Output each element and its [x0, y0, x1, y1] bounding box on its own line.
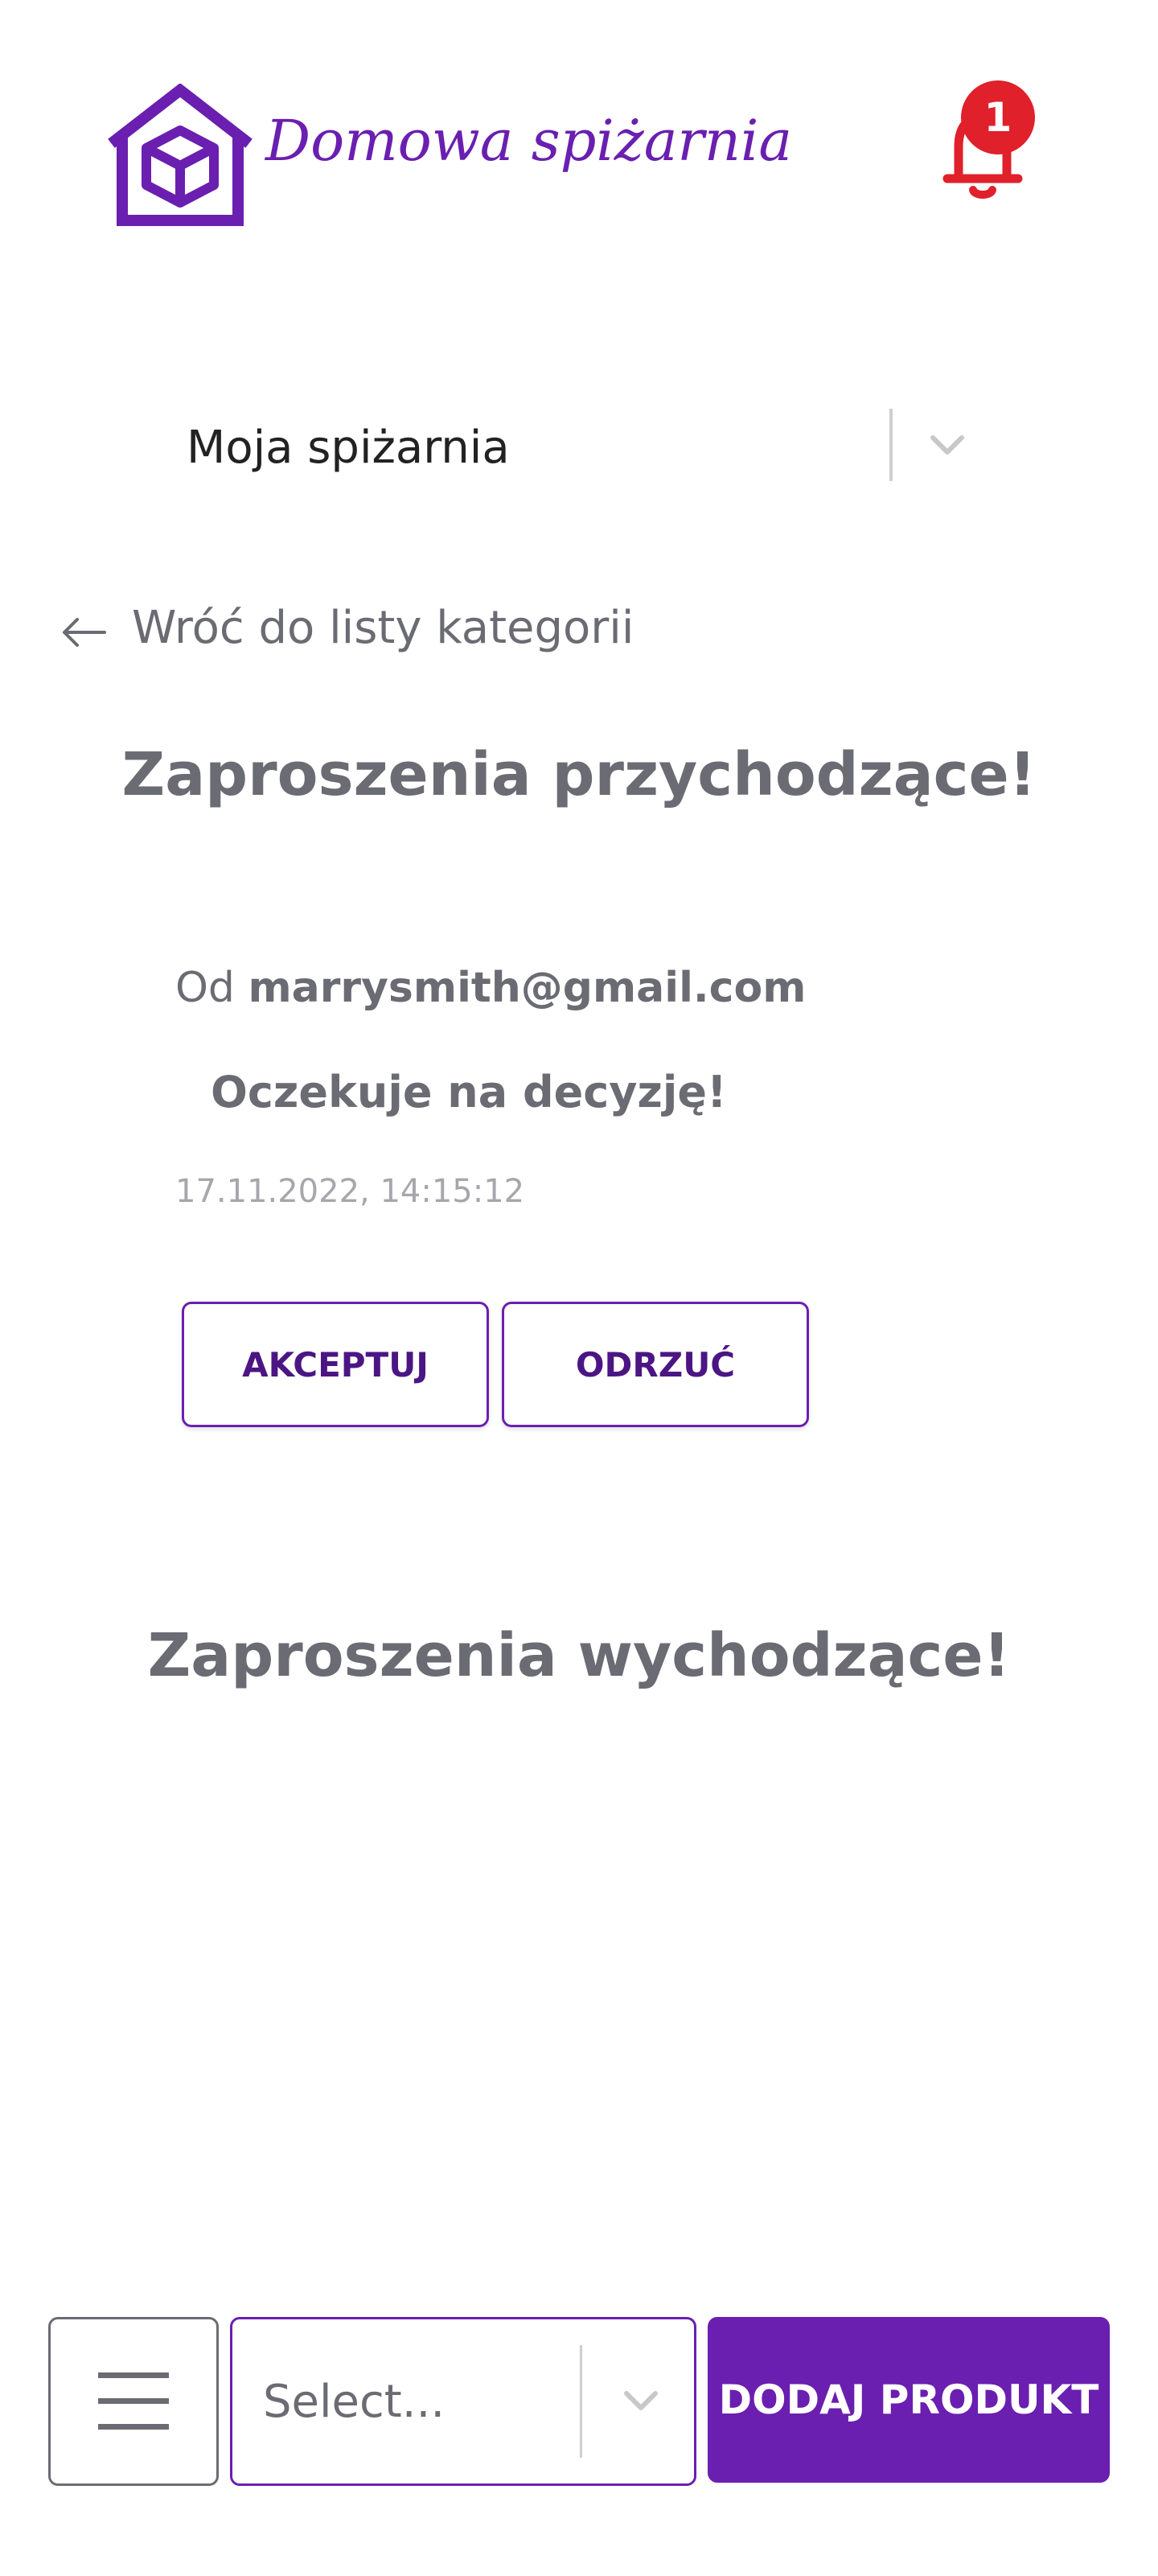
invitation-date: 17.11.2022, 14:15:12: [175, 1173, 525, 1210]
select-separator: [889, 409, 893, 481]
sender-prefix: Od: [175, 964, 235, 1012]
select-separator: [580, 2345, 582, 2458]
invitation-status: Oczekuje na decyzję!: [211, 1067, 727, 1117]
arrow-left-icon: [63, 618, 106, 647]
back-to-categories-link[interactable]: Wróć do listy kategorii: [60, 595, 634, 660]
pantry-select-value: Moja spiżarnia: [187, 422, 510, 474]
menu-button[interactable]: [48, 2317, 219, 2486]
invitation-sender: Od marrysmith@gmail.com: [175, 964, 806, 1012]
outgoing-invitations-title: Zaproszenia wychodzące!: [147, 1621, 1011, 1690]
house-box-icon: [108, 83, 253, 226]
notifications-button[interactable]: 1: [918, 77, 1047, 206]
add-product-button[interactable]: DODAJ PRODUKT: [708, 2317, 1110, 2483]
back-link-label: Wróć do listy kategorii: [132, 601, 634, 654]
chevron-down-icon[interactable]: [923, 423, 971, 468]
app-logo[interactable]: [106, 83, 254, 228]
sender-email: marrysmith@gmail.com: [248, 964, 807, 1012]
chevron-down-icon[interactable]: [617, 2379, 665, 2424]
reject-button[interactable]: ODRZUĆ: [502, 1302, 809, 1427]
notification-badge: 1: [961, 80, 1035, 154]
hamburger-icon: [98, 2372, 169, 2430]
category-select[interactable]: Select...: [230, 2317, 696, 2486]
app-title: Domowa spiżarnia: [265, 108, 793, 174]
category-select-placeholder: Select...: [263, 2376, 446, 2428]
incoming-invitations-title: Zaproszenia przychodzące!: [121, 740, 1037, 809]
pantry-select[interactable]: Moja spiżarnia: [161, 402, 997, 491]
accept-button[interactable]: AKCEPTUJ: [182, 1302, 489, 1427]
